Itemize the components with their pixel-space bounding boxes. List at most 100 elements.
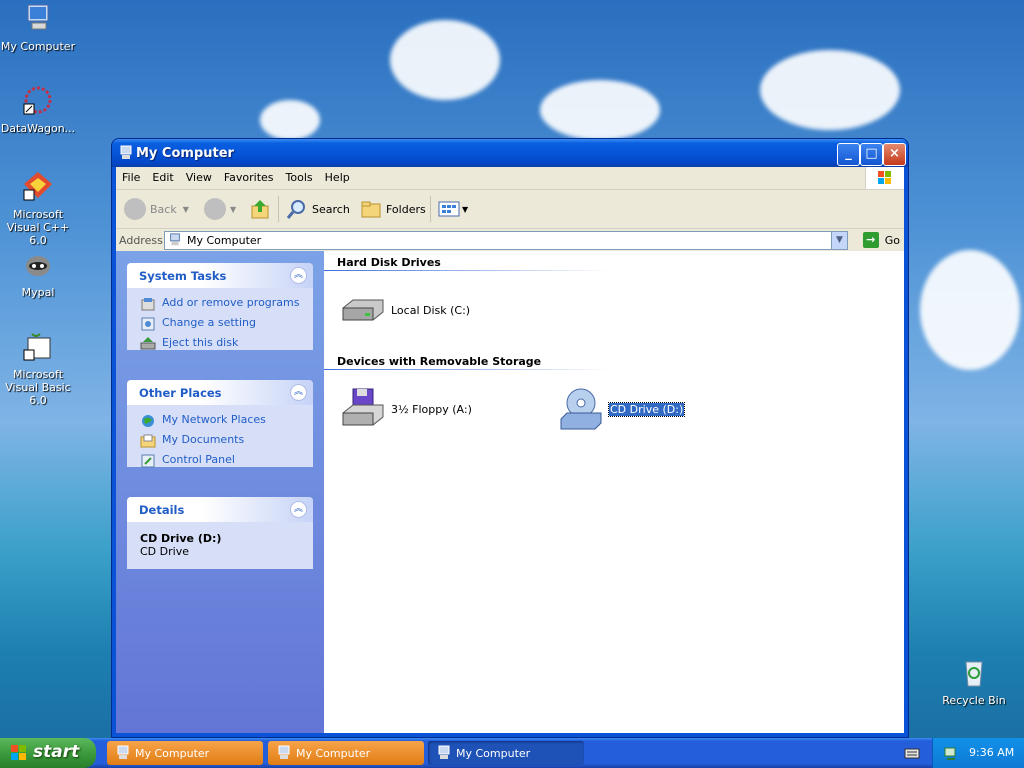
my-network-places-link[interactable]: My Network Places [127, 411, 313, 431]
go-arrow-icon: → [862, 232, 879, 248]
datawagon-icon [23, 86, 52, 115]
details-type: CD Drive [140, 545, 189, 558]
desktop-icon-mypal[interactable]: Mypal [0, 248, 78, 299]
desktop-icon-datawagon[interactable]: DataWagon... [0, 84, 78, 135]
clock[interactable]: 9:36 AM [969, 746, 1014, 759]
change-setting-link[interactable]: Change a setting [127, 314, 313, 334]
drive-label-selected: CD Drive (D:) [607, 401, 686, 417]
desktop-icon-label: My Computer [0, 40, 76, 53]
menu-favorites[interactable]: Favorites [218, 167, 280, 188]
address-label: Address [119, 234, 163, 247]
folders-label: Folders [386, 202, 426, 216]
computer-icon [170, 233, 180, 246]
back-label: Back [150, 202, 177, 216]
folders-icon [361, 201, 381, 218]
window-title: My Computer [136, 146, 234, 161]
taskbar-item[interactable]: My Computer [268, 741, 424, 765]
address-value: My Computer [187, 234, 262, 247]
back-button[interactable]: Back ▼ [124, 198, 189, 220]
task-label: My Computer [456, 747, 531, 760]
panel-title: Details [139, 503, 185, 517]
drive-item-cd[interactable]: CD Drive (D:) [557, 385, 686, 433]
window-titlebar[interactable]: My Computer _ □ × [112, 139, 908, 167]
desktop-icon-recycle-bin[interactable]: Recycle Bin [934, 656, 1014, 707]
my-documents-link[interactable]: My Documents [127, 431, 313, 451]
link-label: Add or remove programs [162, 296, 300, 309]
add-remove-programs-link[interactable]: Add or remove programs [127, 294, 313, 314]
menu-edit[interactable]: Edit [146, 167, 179, 188]
collapse-chevron-icon[interactable]: ︽ [290, 267, 307, 284]
address-bar: Address My Computer ▼ → Go [116, 229, 904, 252]
add-remove-programs-icon [141, 298, 155, 311]
menu-tools[interactable]: Tools [280, 167, 319, 188]
keyboard-icon[interactable] [904, 745, 920, 761]
desktop-icon-visual-cpp[interactable]: Microsoft Visual C++ 6.0 [0, 170, 78, 247]
link-label: Control Panel [162, 453, 235, 466]
group-header-removable: Devices with Removable Storage [337, 355, 542, 368]
back-arrow-icon [124, 198, 146, 220]
up-folder-button[interactable] [250, 198, 272, 220]
system-tasks-panel: System Tasks ︽ Add or remove programs Ch… [127, 263, 313, 350]
views-icon [438, 201, 460, 217]
details-panel: Details ︽ CD Drive (D:) CD Drive [127, 497, 313, 569]
cloud [390, 20, 500, 100]
menu-bar: File Edit View Favorites Tools Help [116, 167, 904, 190]
link-label: My Documents [162, 433, 245, 446]
collapse-chevron-icon[interactable]: ︽ [290, 501, 307, 518]
network-tray-icon[interactable] [943, 745, 959, 761]
taskbar-item[interactable]: My Computer [107, 741, 263, 765]
desktop-icon-label: DataWagon... [0, 122, 76, 135]
cloud [760, 50, 900, 130]
toolbar: Back ▼ ▼ Search Folders ▼ [116, 190, 904, 229]
system-tasks-header[interactable]: System Tasks ︽ [127, 263, 313, 288]
group-divider [324, 369, 609, 370]
computer-icon [438, 745, 450, 759]
taskbar-item-active[interactable]: My Computer [428, 741, 584, 765]
eject-disk-link[interactable]: Eject this disk [127, 334, 313, 354]
drive-item-local-disk[interactable]: Local Disk (C:) [339, 286, 470, 334]
control-panel-icon [141, 317, 155, 331]
forward-button[interactable]: ▼ [204, 198, 236, 220]
group-divider [324, 270, 609, 271]
computer-icon [27, 4, 49, 30]
task-label: My Computer [296, 747, 371, 760]
cloud [920, 250, 1020, 370]
start-button[interactable]: start [0, 738, 96, 768]
folders-button[interactable]: Folders [360, 198, 426, 220]
search-button[interactable]: Search [286, 198, 350, 220]
desktop-icon-visual-basic[interactable]: Microsoft Visual Basic 6.0 [0, 330, 78, 407]
maximize-button[interactable]: □ [860, 143, 883, 166]
computer-icon [278, 745, 290, 759]
toolbar-separator [430, 196, 431, 222]
drive-label: Local Disk (C:) [391, 303, 471, 317]
control-panel-icon [141, 454, 155, 468]
drives-view: Hard Disk Drives Local Disk (C:) Devices… [324, 251, 904, 733]
menu-file[interactable]: File [116, 167, 146, 188]
drive-label: 3½ Floppy (A:) [391, 402, 472, 416]
go-button[interactable]: → Go [862, 232, 900, 248]
minimize-button[interactable]: _ [837, 143, 860, 166]
other-places-header[interactable]: Other Places ︽ [127, 380, 313, 405]
group-header-hard-disks: Hard Disk Drives [337, 256, 441, 269]
close-button[interactable]: × [883, 143, 906, 166]
task-pane: System Tasks ︽ Add or remove programs Ch… [116, 251, 324, 733]
menu-help[interactable]: Help [319, 167, 356, 188]
windows-logo-icon [865, 167, 904, 189]
address-dropdown-button[interactable]: ▼ [831, 232, 847, 249]
drive-item-floppy[interactable]: 3½ Floppy (A:) [339, 385, 472, 433]
desktop-icon-label: Mypal [21, 286, 55, 299]
other-places-panel: Other Places ︽ My Network Places My Docu… [127, 380, 313, 468]
start-label: start [33, 742, 80, 762]
visual-cpp-icon [23, 172, 52, 201]
address-input[interactable]: My Computer ▼ [164, 231, 848, 250]
menu-view[interactable]: View [180, 167, 218, 188]
cloud [260, 100, 320, 140]
desktop-icon-my-computer[interactable]: My Computer [0, 2, 78, 53]
link-label: Eject this disk [162, 336, 239, 349]
views-button[interactable]: ▼ [438, 198, 468, 220]
control-panel-link[interactable]: Control Panel [127, 451, 313, 471]
collapse-chevron-icon[interactable]: ︽ [290, 384, 307, 401]
recycle-bin-icon [965, 661, 983, 687]
go-label: Go [884, 233, 900, 247]
details-header[interactable]: Details ︽ [127, 497, 313, 522]
